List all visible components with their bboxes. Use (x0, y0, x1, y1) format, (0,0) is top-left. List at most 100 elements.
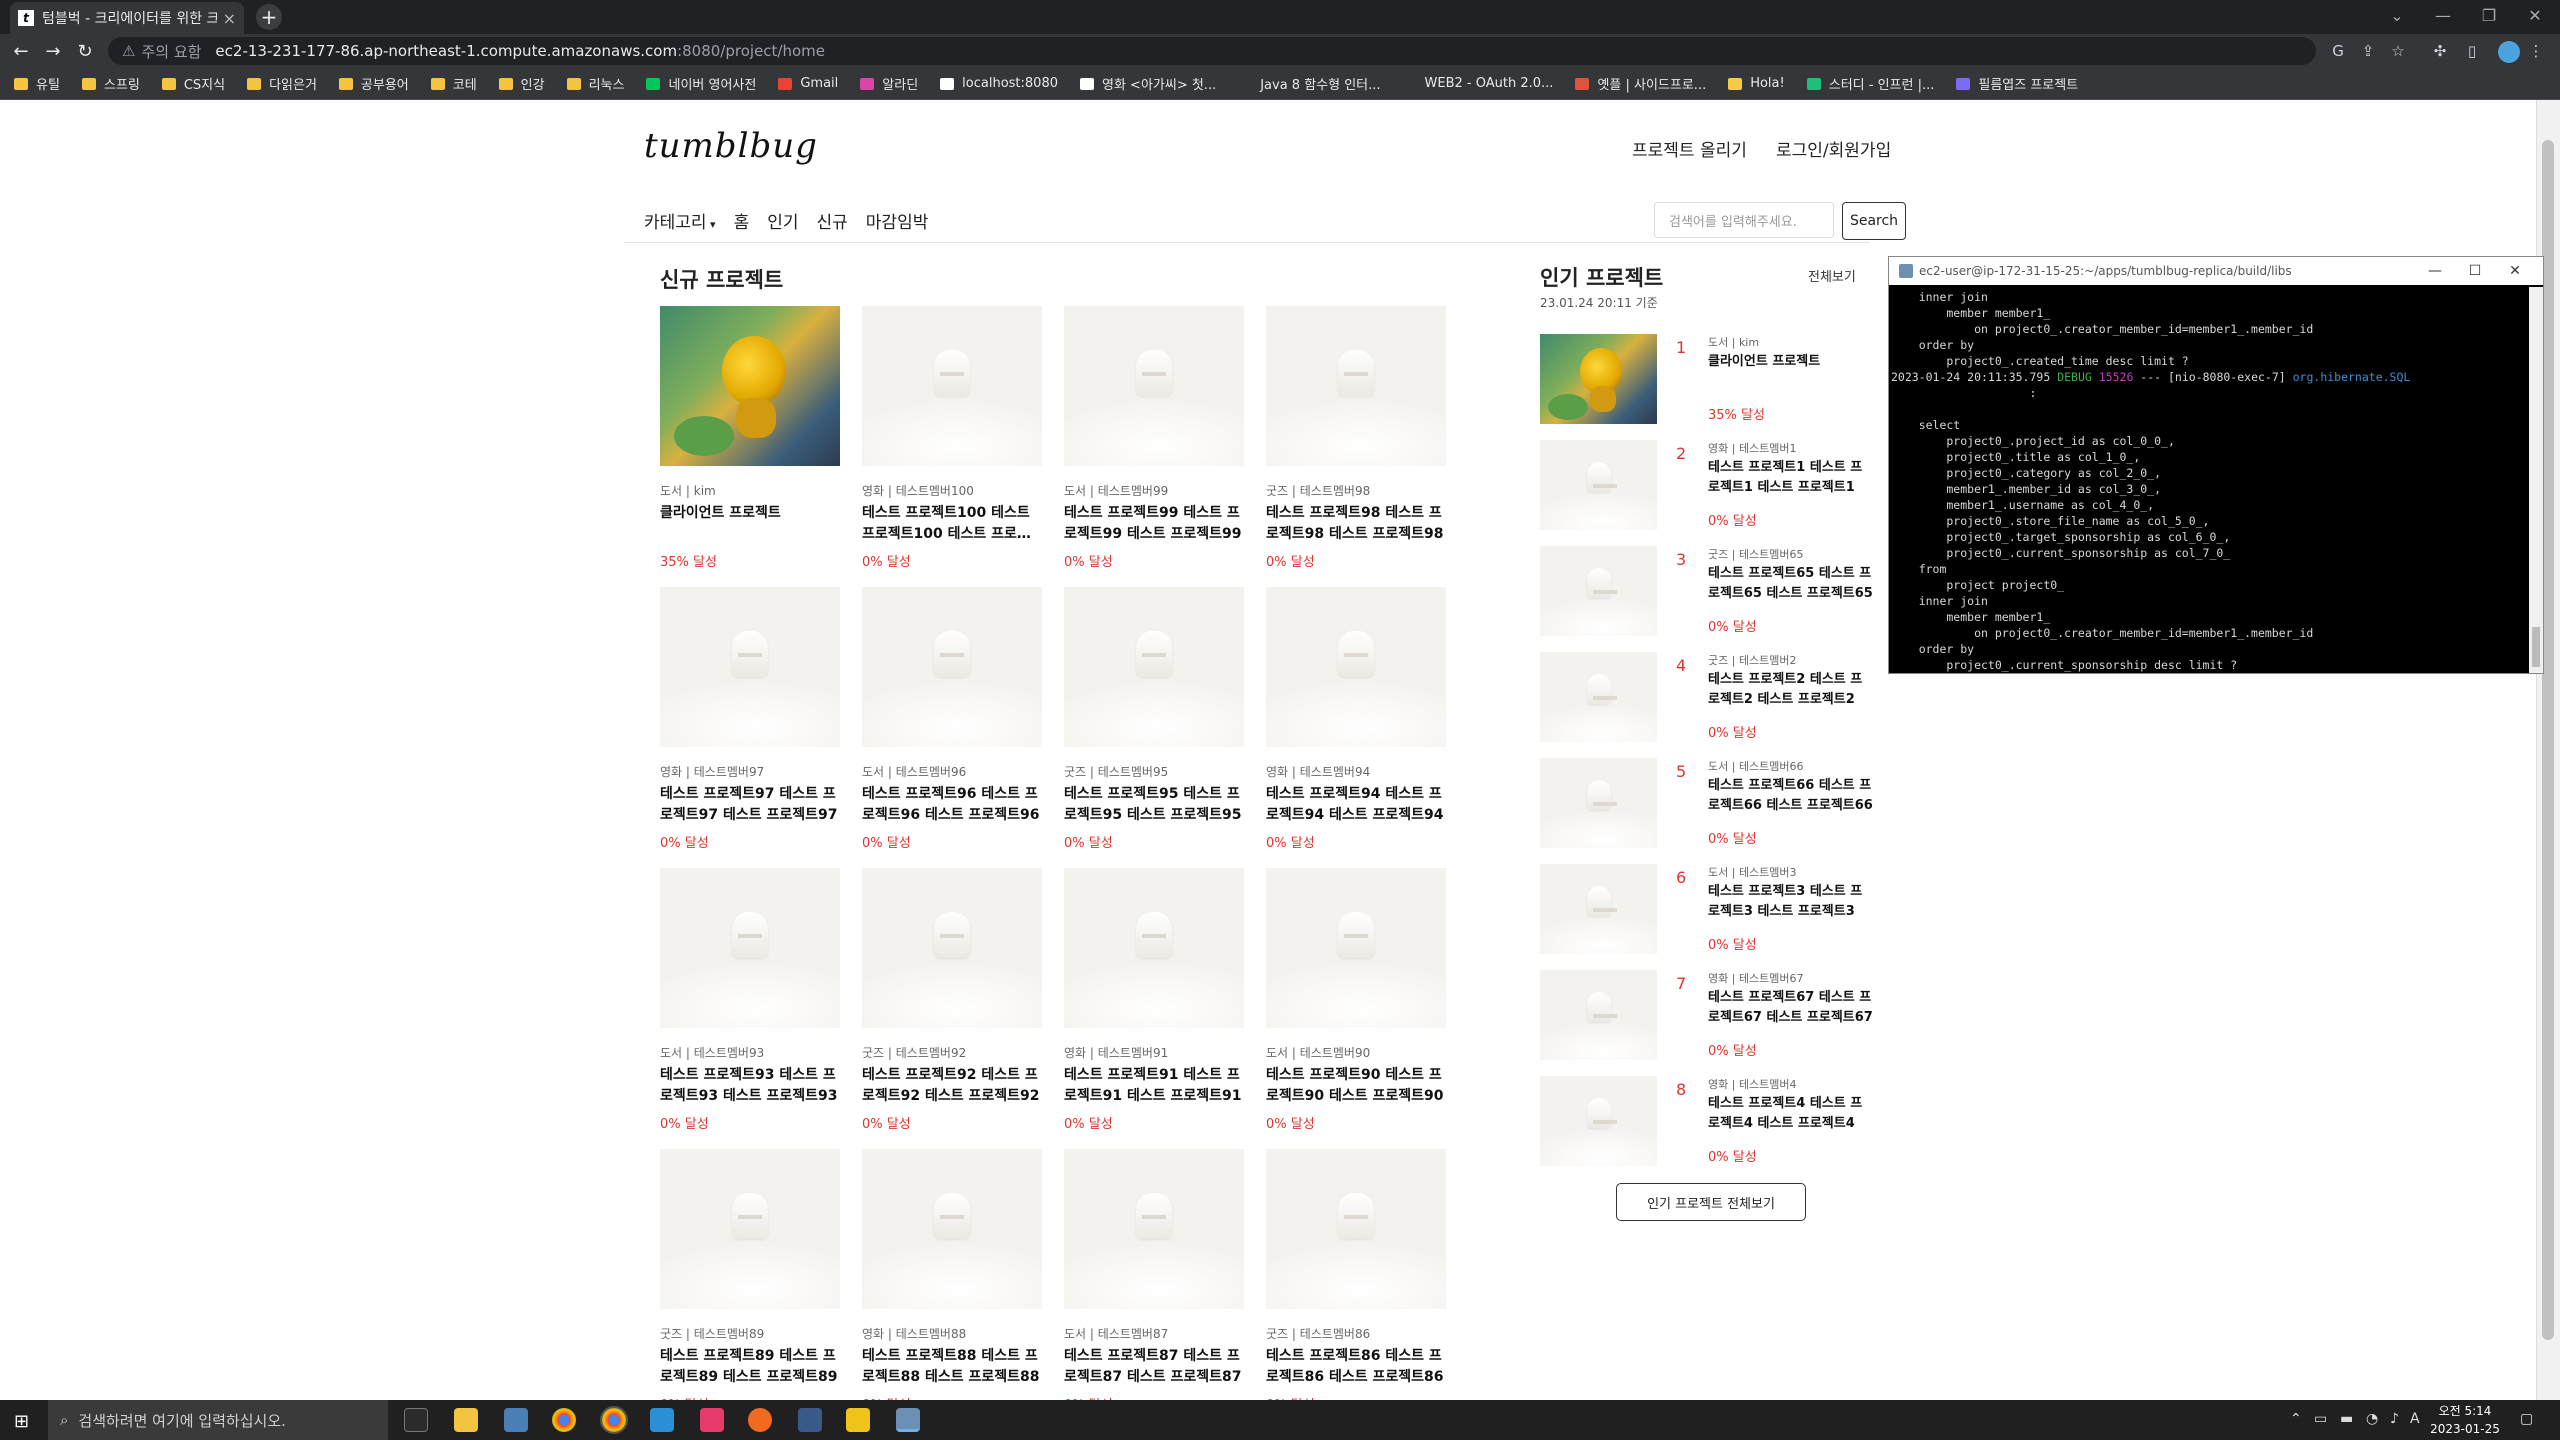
google-icon[interactable]: G (2328, 41, 2348, 61)
chrome-active-icon[interactable] (600, 1406, 628, 1434)
project-title[interactable]: 테스트 프로젝트89 테스트 프로젝트89 테스트 프로젝트89 (660, 1346, 840, 1388)
bookmark-item[interactable]: 영화 <아가씨> 첫... (1080, 74, 1216, 93)
bookmark-item[interactable]: WEB2 - OAuth 2.0... (1402, 76, 1553, 91)
reload-icon[interactable]: ↻ (72, 38, 98, 64)
project-thumbnail[interactable] (1266, 868, 1446, 1028)
project-card[interactable]: 굿즈 | 테스트멤버95 테스트 프로젝트95 테스트 프로젝트95 테스트 프로… (1064, 587, 1244, 851)
nav-category-dropdown[interactable]: 카테고리 ▾ (644, 208, 716, 233)
windows-start-icon[interactable]: ⊞ (14, 1411, 29, 1432)
project-thumbnail[interactable] (1266, 306, 1446, 466)
bookmark-item[interactable]: 리눅스 (566, 74, 624, 93)
project-title[interactable]: 테스트 프로젝트90 테스트 프로젝트90 테스트 프로젝트90 (1266, 1065, 1446, 1107)
login-signup-link[interactable]: 로그인/회원가입 (1776, 136, 1891, 161)
popular-project-row[interactable]: 4 굿즈 | 테스트멤버2 테스트 프로젝트2 테스트 프로젝트2 테스트 프로젝트… (1540, 652, 1870, 748)
terminal-window[interactable]: ec2-user@ip-172-31-15-25:~/apps/tumblbug… (1888, 256, 2544, 674)
popular-thumbnail[interactable] (1540, 546, 1657, 636)
project-card[interactable]: 굿즈 | 테스트멤버92 테스트 프로젝트92 테스트 프로젝트92 테스트 프로… (862, 868, 1042, 1132)
project-thumbnail[interactable] (1064, 1149, 1244, 1309)
nav-home[interactable]: 홈 (734, 208, 750, 233)
project-title[interactable]: 테스트 프로젝트99 테스트 프로젝트99 테스트 프로젝트99 (1064, 503, 1244, 545)
popular-title[interactable]: 테스트 프로젝트2 테스트 프로젝트2 테스트 프로젝트2 (1708, 670, 1874, 710)
minimize-icon[interactable]: — (2420, 0, 2466, 30)
terminal-maximize-icon[interactable]: ☐ (2455, 257, 2495, 285)
project-title[interactable]: 테스트 프로젝트94 테스트 프로젝트94 테스트 프로젝트94 (1266, 784, 1446, 826)
popular-title[interactable]: 테스트 프로젝트4 테스트 프로젝트4 테스트 프로젝트4 (1708, 1094, 1874, 1134)
file-explorer-icon[interactable] (454, 1408, 478, 1432)
browser-tab[interactable]: t 텀블벅 - 크리에이터를 위한 크라우드펀딩 × (10, 2, 244, 34)
bookmark-item[interactable]: 옛플 | 사이드프로... (1575, 74, 1706, 93)
bookmark-item[interactable]: Hola! (1728, 76, 1785, 91)
restore-icon[interactable]: ❐ (2466, 0, 2512, 30)
bookmark-item[interactable]: 스프링 (81, 74, 140, 93)
terminal-close-icon[interactable]: ✕ (2495, 257, 2535, 285)
intellij-icon[interactable] (700, 1408, 724, 1432)
popular-more-button[interactable]: 인기 프로젝트 전체보기 (1616, 1183, 1806, 1221)
project-thumbnail[interactable] (1064, 306, 1244, 466)
nav-popular[interactable]: 인기 (767, 208, 798, 233)
popular-thumbnail[interactable] (1540, 970, 1657, 1060)
popular-title[interactable]: 테스트 프로젝트3 테스트 프로젝트3 테스트 프로젝트3 (1708, 882, 1874, 922)
nav-closing[interactable]: 마감임박 (866, 208, 929, 233)
popular-project-row[interactable]: 3 굿즈 | 테스트멤버65 테스트 프로젝트65 테스트 프로젝트65 테스트 프… (1540, 546, 1873, 642)
project-card[interactable]: 도서 | 테스트멤버93 테스트 프로젝트93 테스트 프로젝트93 테스트 프로… (660, 868, 840, 1132)
app-icon[interactable] (798, 1408, 822, 1432)
postman-icon[interactable] (748, 1408, 772, 1432)
address-bar[interactable]: ⚠ 주의 요함 ec2-13-231-177-86.ap-northeast-1… (108, 37, 2316, 65)
vscode-icon[interactable] (650, 1408, 674, 1432)
upload-project-link[interactable]: 프로젝트 올리기 (1632, 136, 1747, 161)
project-thumbnail[interactable] (862, 587, 1042, 747)
project-thumbnail[interactable] (660, 1149, 840, 1309)
bookmark-item[interactable]: 유틸 (14, 74, 60, 93)
popular-thumbnail[interactable] (1540, 758, 1657, 848)
bookmark-item[interactable]: 스터디 - 인프런 |... (1806, 74, 1934, 93)
chrome-icon[interactable] (552, 1408, 576, 1432)
tray-volume-icon[interactable]: ♪ (2390, 1411, 2399, 1427)
bookmark-item[interactable]: 네이버 영어사전 (646, 74, 756, 93)
project-title[interactable]: 테스트 프로젝트92 테스트 프로젝트92 테스트 프로젝트92 (862, 1065, 1042, 1107)
tray-wifi-icon[interactable]: ◔ (2366, 1411, 2378, 1427)
back-icon[interactable]: ← (8, 38, 34, 64)
popular-title[interactable]: 테스트 프로젝트66 테스트 프로젝트66 테스트 프로젝트66 (1708, 776, 1874, 816)
search-button[interactable]: Search (1842, 202, 1906, 240)
taskbar-clock[interactable]: 오전 5:14 2023-01-25 (2420, 1402, 2510, 1438)
nav-new[interactable]: 신규 (817, 208, 848, 233)
bookmark-item[interactable]: 코테 (430, 74, 477, 93)
project-title[interactable]: 테스트 프로젝트97 테스트 프로젝트97 테스트 프로젝트97 (660, 784, 840, 826)
project-card[interactable]: 도서 | 테스트멤버87 테스트 프로젝트87 테스트 프로젝트87 테스트 프로… (1064, 1149, 1244, 1400)
bookmark-item[interactable]: Gmail (778, 76, 838, 91)
site-logo[interactable]: tumblbug (644, 126, 818, 166)
terminal-output[interactable]: inner join member member1_ on project0_.… (1889, 287, 2529, 673)
project-title[interactable]: 테스트 프로젝트86 테스트 프로젝트86 테스트 프로젝트86 (1266, 1346, 1446, 1388)
popular-project-row[interactable]: 1 도서 | kim 클라이언트 프로젝트 35% 달성 (1540, 334, 1870, 430)
project-card[interactable]: 영화 | 테스트멤버91 테스트 프로젝트91 테스트 프로젝트91 테스트 프로… (1064, 868, 1244, 1132)
bookmark-item[interactable]: 인강 (498, 74, 545, 93)
project-thumbnail[interactable] (1266, 1149, 1446, 1309)
project-card[interactable]: 영화 | 테스트멤버88 테스트 프로젝트88 테스트 프로젝트88 테스트 프로… (862, 1149, 1042, 1400)
notification-icon[interactable]: ▢ (2520, 1411, 2533, 1427)
popular-project-row[interactable]: 6 도서 | 테스트멤버3 테스트 프로젝트3 테스트 프로젝트3 테스트 프로젝트… (1540, 864, 1870, 960)
project-title[interactable]: 클라이언트 프로젝트 (660, 503, 840, 545)
project-card[interactable]: 도서 | 테스트멤버99 테스트 프로젝트99 테스트 프로젝트99 테스트 프로… (1064, 306, 1244, 570)
popular-thumbnail[interactable] (1540, 1076, 1657, 1166)
bookmark-item[interactable]: CS지식 (161, 74, 225, 93)
project-thumbnail[interactable] (862, 306, 1042, 466)
popular-see-all-link[interactable]: 전체보기 (1808, 266, 1856, 285)
popular-project-row[interactable]: 5 도서 | 테스트멤버66 테스트 프로젝트66 테스트 프로젝트66 테스트 프… (1540, 758, 1873, 854)
tray-chevron-icon[interactable]: ⌃ (2290, 1411, 2302, 1427)
project-card[interactable]: 도서 | 테스트멤버96 테스트 프로젝트96 테스트 프로젝트96 테스트 프로… (862, 587, 1042, 851)
forward-icon[interactable]: → (40, 38, 66, 64)
bookmark-item[interactable]: 필름엽즈 프로젝트 (1956, 74, 2078, 93)
bookmark-item[interactable]: localhost:8080 (940, 76, 1058, 91)
terminal-scrollbar[interactable] (2529, 287, 2543, 673)
project-title[interactable]: 테스트 프로젝트95 테스트 프로젝트95 테스트 프로젝트95 (1064, 784, 1244, 826)
project-card[interactable]: 도서 | kim 클라이언트 프로젝트 35% 달성 (660, 306, 840, 570)
bookmark-item[interactable]: 공부용어 (338, 74, 409, 93)
project-thumbnail[interactable] (1266, 587, 1446, 747)
share-icon[interactable]: ⇪ (2358, 41, 2378, 61)
profile-avatar[interactable] (2498, 41, 2520, 63)
app2-icon[interactable] (846, 1408, 870, 1432)
task-view-icon[interactable] (404, 1408, 428, 1432)
project-card[interactable]: 굿즈 | 테스트멤버98 테스트 프로젝트98 테스트 프로젝트98 테스트 프로… (1266, 306, 1446, 570)
project-card[interactable]: 굿즈 | 테스트멤버86 테스트 프로젝트86 테스트 프로젝트86 테스트 프로… (1266, 1149, 1446, 1400)
project-thumbnail[interactable] (1064, 587, 1244, 747)
